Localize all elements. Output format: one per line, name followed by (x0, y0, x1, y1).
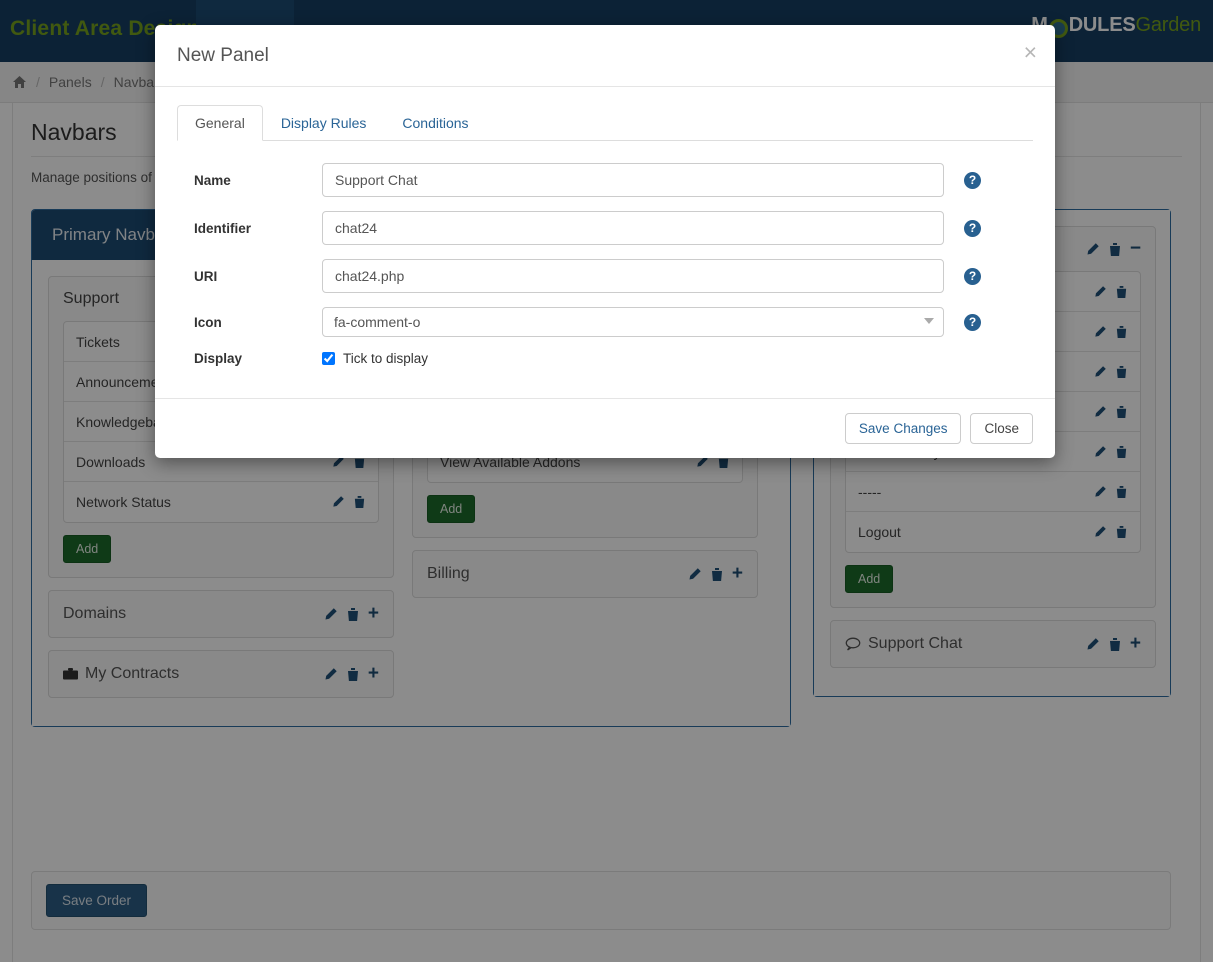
identifier-label: Identifier (194, 220, 252, 236)
uri-input[interactable] (322, 259, 944, 293)
name-input[interactable] (322, 163, 944, 197)
modal-body: General Display Rules Conditions Name ? … (155, 87, 1055, 398)
help-icon[interactable]: ? (964, 313, 981, 331)
tab-conditions[interactable]: Conditions (384, 105, 486, 141)
help-icon[interactable]: ? (964, 267, 981, 285)
new-panel-modal: New Panel × General Display Rules Condit… (155, 25, 1055, 458)
form-row-uri: URI ? (177, 259, 1033, 293)
modal-tabs: General Display Rules Conditions (177, 105, 1033, 141)
form-row-display: Display Tick to display (177, 351, 1033, 366)
modal-footer: Save Changes Close (155, 398, 1055, 458)
modal-header: New Panel × (155, 25, 1055, 87)
modal-title: New Panel (177, 45, 269, 66)
form-row-name: Name ? (177, 163, 1033, 197)
icon-select[interactable]: fa-comment-o (322, 307, 944, 337)
uri-label: URI (194, 268, 218, 284)
display-label: Display (194, 351, 243, 366)
display-checkbox-wrapper[interactable]: Tick to display (322, 351, 944, 366)
help-icon[interactable]: ? (964, 171, 981, 189)
icon-label: Icon (194, 314, 222, 330)
tab-general[interactable]: General (177, 105, 263, 141)
display-checkbox-label: Tick to display (343, 351, 429, 366)
tab-display-rules[interactable]: Display Rules (263, 105, 385, 141)
save-changes-button[interactable]: Save Changes (844, 413, 962, 444)
form-row-icon: Icon fa-comment-o ? (177, 307, 1033, 337)
close-button[interactable]: Close (970, 413, 1033, 444)
form-row-identifier: Identifier ? (177, 211, 1033, 245)
close-icon[interactable]: × (1024, 41, 1037, 64)
name-label: Name (194, 172, 231, 188)
general-form: Name ? Identifier ? URI (177, 141, 1033, 390)
identifier-input[interactable] (322, 211, 944, 245)
display-checkbox[interactable] (322, 352, 335, 365)
help-icon[interactable]: ? (964, 219, 981, 237)
